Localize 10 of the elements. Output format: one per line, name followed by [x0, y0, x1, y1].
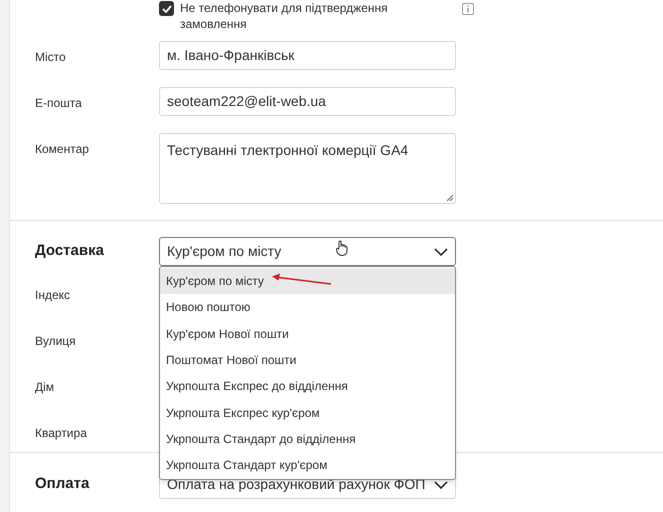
section-heading: Доставка [34, 241, 105, 262]
field-label: Місто [34, 49, 67, 66]
field-label: Індекс [35, 287, 70, 304]
field-label: Дім [35, 379, 54, 396]
field-label: Е-пошта [34, 95, 83, 112]
field-label: Коментар [34, 141, 90, 158]
checkbox-label: Не телефонувати для підтвердження замовлення [180, 0, 389, 32]
field-label: Квартира [35, 425, 87, 442]
field-label: Вулиця [35, 333, 76, 350]
section-heading: Оплата [34, 474, 90, 494]
